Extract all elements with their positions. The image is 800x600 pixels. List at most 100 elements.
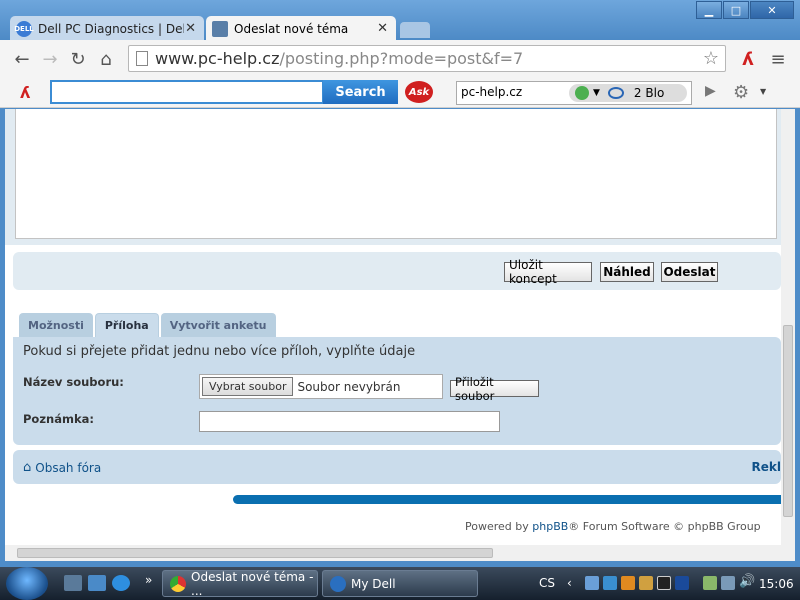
blocked-count: 2 Blo [633, 86, 665, 100]
phpbb-link[interactable]: phpBB [532, 520, 568, 533]
taskbar-item-label: My Dell [351, 576, 396, 591]
more-icon[interactable]: » [145, 573, 152, 587]
avira-icon[interactable]: ʎ [734, 45, 762, 73]
volume-icon[interactable]: 🔊 [739, 574, 755, 589]
forward-arrow-icon[interactable]: → [36, 45, 64, 73]
menu-icon[interactable]: ≡ [764, 45, 792, 73]
ad-link[interactable]: Rekl [752, 460, 781, 474]
ask-logo[interactable]: Ask [405, 81, 433, 103]
tab-options[interactable]: Možnosti [19, 313, 93, 337]
footer-nav: ⌂ Obsah fóra Rekl [13, 450, 781, 484]
back-arrow-icon[interactable]: ← [8, 45, 36, 73]
avira-logo-icon: ʎ [20, 83, 31, 102]
check-icon [575, 86, 589, 100]
attachment-intro: Pokud si přejete přidat jednu nebo více … [23, 344, 416, 359]
tab-odeslat-tema[interactable]: Odeslat nové téma ✕ [206, 16, 396, 42]
save-draft-button[interactable]: Uložit koncept [504, 258, 592, 286]
horizontal-scrollbar[interactable] [5, 545, 781, 561]
eye-icon [607, 87, 624, 99]
tab-title: Odeslat nové téma [234, 22, 349, 36]
powered-prefix: Powered by [465, 520, 533, 533]
site-name: pc-help.cz [461, 85, 523, 99]
decorative-bar [233, 495, 781, 504]
switch-windows-icon[interactable] [88, 575, 106, 591]
dropdown-arrow-icon: ▼ [593, 88, 600, 98]
my-dell-icon [330, 576, 346, 592]
filename-label: Název souboru: [23, 375, 124, 389]
no-file-text: Soubor nevybrán [297, 379, 401, 394]
taskbar: » Odeslat nové téma - ... My Dell CS ‹ 🔊… [0, 567, 800, 600]
address-domain: www.pc-help.cz [155, 49, 280, 68]
address-path: /posting.php?mode=post&f=7 [279, 49, 524, 68]
window-close-button[interactable]: ✕ [750, 1, 794, 19]
play-arrow-icon[interactable]: ▶ [705, 83, 716, 99]
show-desktop-icon[interactable] [64, 575, 82, 591]
note-textarea[interactable] [199, 411, 500, 432]
browser-window: DELL Dell PC Diagnostics | Dell C ✕ Odes… [0, 0, 800, 567]
editor-panel [5, 109, 781, 245]
tab-title: Dell PC Diagnostics | Dell C [38, 22, 184, 36]
network-status-icon[interactable] [721, 576, 735, 590]
reload-icon[interactable]: ↻ [64, 45, 92, 73]
close-tab-icon[interactable]: ✕ [377, 21, 388, 36]
site-status-pill[interactable]: ▼ 2 Blo [569, 84, 687, 102]
form-tabs: Možnosti Příloha Vytvořit anketu [19, 313, 278, 337]
dollar-icon[interactable] [621, 576, 635, 590]
language-indicator[interactable]: CS [539, 576, 555, 590]
bookmark-star-icon[interactable]: ☆ [703, 48, 719, 69]
home-icon[interactable]: ⌂ [92, 45, 120, 73]
address-bar[interactable]: www.pc-help.cz/posting.php?mode=post&f=7… [128, 45, 726, 72]
browser-toolbar: ← → ↻ ⌂ www.pc-help.cz/posting.php?mode=… [0, 40, 800, 78]
tab-dell-diagnostics[interactable]: DELL Dell PC Diagnostics | Dell C ✕ [10, 16, 204, 42]
tray-expand-icon[interactable]: ‹ [567, 576, 572, 590]
tab-attachment[interactable]: Příloha [94, 313, 159, 337]
title-bar: DELL Dell PC Diagnostics | Dell C ✕ Odes… [0, 0, 800, 42]
preview-button[interactable]: Náhled [600, 262, 654, 282]
attach-file-button[interactable]: Přiložit soubor [450, 375, 539, 403]
network-icon[interactable] [585, 576, 599, 590]
gear-icon[interactable]: ⚙ [733, 82, 749, 103]
start-button[interactable] [6, 567, 48, 600]
home-icon: ⌂ [23, 460, 32, 475]
sync-icon[interactable] [603, 576, 617, 590]
scroll-thumb[interactable] [17, 548, 493, 558]
taskbar-item-mydell[interactable]: My Dell [322, 570, 478, 597]
ask-toolbar: ʎ Search Ask pc-help.cz ▼ 2 Blo ▶ ⚙ ▼ [0, 78, 800, 108]
powered-by: Powered by phpBB® Forum Software © phpBB… [465, 520, 761, 533]
folder-icon[interactable] [639, 576, 653, 590]
submit-bar: Uložit koncept Náhled Odeslat [13, 252, 781, 290]
page-icon [136, 51, 148, 66]
taskbar-item-label: Odeslat nové téma - ... [191, 569, 314, 598]
attachment-panel: Pokud si přejete přidat jednu nebo více … [13, 337, 781, 445]
clock[interactable]: 15:06 [759, 577, 794, 591]
board-index-link[interactable]: ⌂ Obsah fóra [23, 460, 101, 475]
ask-search-input[interactable] [50, 80, 324, 104]
ask-search-button[interactable]: Search [323, 80, 398, 104]
internet-explorer-icon[interactable] [112, 575, 130, 591]
new-tab-button[interactable] [400, 22, 430, 38]
tab-poll[interactable]: Vytvořit anketu [160, 313, 276, 337]
chevron-down-icon[interactable]: ▼ [760, 87, 766, 96]
site-field: pc-help.cz ▼ 2 Blo [456, 81, 692, 105]
page-favicon-icon [212, 21, 228, 37]
message-textarea[interactable] [15, 109, 777, 239]
submit-button[interactable]: Odeslat [661, 262, 718, 282]
note-label: Poznámka: [23, 412, 94, 426]
dell-tray-icon[interactable] [675, 576, 689, 590]
maximize-button[interactable]: □ [723, 1, 749, 19]
page-content: Uložit koncept Náhled Odeslat Možnosti P… [5, 109, 795, 561]
scroll-thumb[interactable] [783, 325, 793, 517]
file-input[interactable]: Vybrat soubor Soubor nevybrán [199, 374, 443, 399]
choose-file-button[interactable]: Vybrat soubor [202, 377, 294, 396]
powered-suffix: ® Forum Software © phpBB Group [568, 520, 761, 533]
vertical-scrollbar[interactable] [781, 109, 795, 561]
system-tray: CS ‹ 🔊 15:06 [535, 567, 800, 600]
removable-device-icon[interactable] [703, 576, 717, 590]
chrome-icon [170, 576, 186, 592]
taskbar-item-browser[interactable]: Odeslat nové téma - ... [162, 569, 318, 598]
board-index-label: Obsah fóra [35, 460, 102, 475]
close-tab-icon[interactable]: ✕ [185, 21, 196, 36]
pc-help-icon[interactable] [657, 576, 671, 590]
dell-favicon-icon: DELL [14, 21, 34, 37]
minimize-button[interactable]: ▁ [696, 1, 722, 19]
